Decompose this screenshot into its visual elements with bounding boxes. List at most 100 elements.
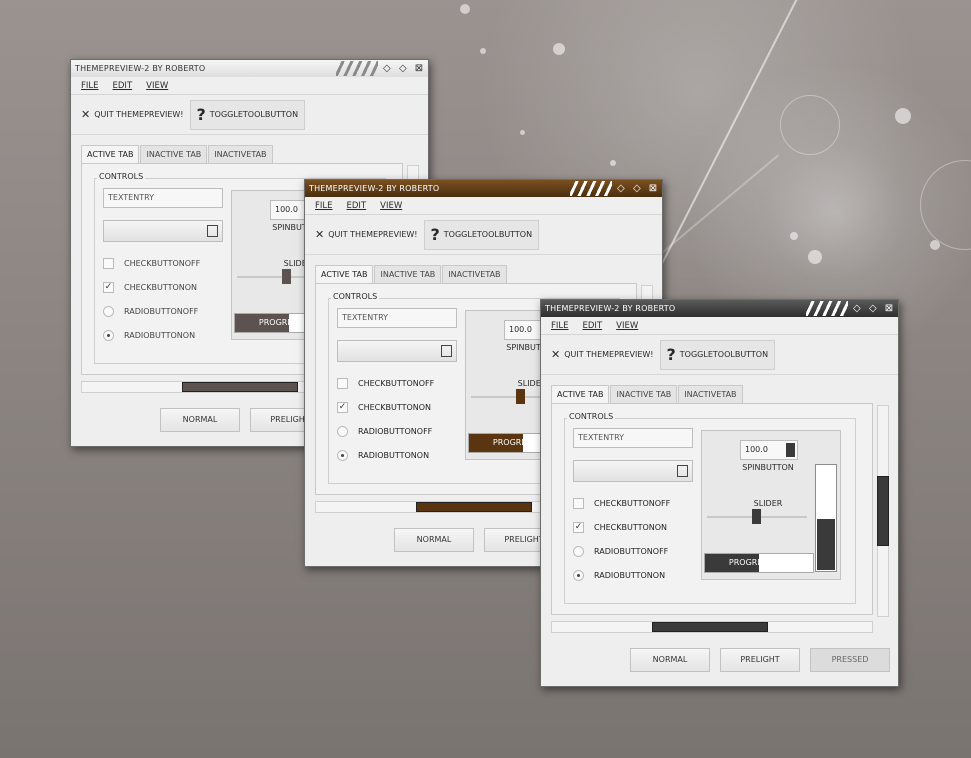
minimize-icon[interactable]: ◇	[382, 60, 392, 77]
close-x-icon: ✕	[551, 348, 561, 361]
tab-active[interactable]: Active Tab	[81, 145, 140, 164]
spinbutton-value: 100.0	[275, 205, 298, 214]
radiobutton-off[interactable]: Radiobuttonoff	[103, 306, 198, 317]
combo-box[interactable]	[337, 340, 457, 362]
titlebar-stripes-decoration	[336, 61, 378, 76]
vertical-scrollbar-thumb[interactable]	[877, 476, 889, 546]
menubar: File Edit View	[541, 317, 898, 335]
tab-active[interactable]: Active Tab	[551, 385, 610, 404]
toggle-tool-button[interactable]: ? Toggletoolbutton	[659, 339, 776, 370]
window-titlebar[interactable]: ThemePreview-2 by Roberto ◇ ◇ ⊠	[541, 300, 898, 317]
checkbox-checked-icon: ✓	[573, 522, 584, 533]
toggle-tool-button[interactable]: ? Toggletoolbutton	[189, 99, 306, 130]
normal-button[interactable]: Normal	[630, 648, 710, 672]
menu-view[interactable]: View	[146, 81, 168, 91]
menu-view[interactable]: View	[380, 201, 402, 211]
slider-thumb[interactable]	[282, 269, 291, 284]
tab-inactivetab[interactable]: Inactivetab	[442, 265, 507, 283]
combo-box[interactable]	[573, 460, 693, 482]
checkbutton-off[interactable]: Checkbuttonoff	[573, 498, 670, 509]
menu-edit[interactable]: Edit	[113, 81, 133, 91]
radiobutton-off-label: Radiobuttonoff	[594, 547, 669, 556]
horizontal-scrollbar[interactable]	[551, 621, 873, 633]
question-icon: ?	[666, 345, 676, 364]
quit-button-label: Quit ThemePreview!	[94, 110, 184, 119]
window-controls: ◇ ◇ ⊠	[616, 180, 658, 197]
spinbutton-arrows-icon[interactable]	[786, 443, 795, 457]
tab-inactive[interactable]: Inactive Tab	[140, 145, 208, 163]
checkbutton-on-label: Checkbuttonon	[358, 403, 432, 412]
checkbutton-on[interactable]: ✓ Checkbuttonon	[103, 282, 197, 293]
checkbutton-off[interactable]: Checkbuttonoff	[103, 258, 200, 269]
close-x-icon: ✕	[315, 228, 325, 241]
horizontal-scrollbar-thumb[interactable]	[416, 502, 532, 512]
tab-active[interactable]: Active Tab	[315, 265, 374, 284]
close-icon[interactable]: ⊠	[414, 60, 424, 77]
horizontal-scrollbar-thumb[interactable]	[652, 622, 768, 632]
maximize-icon[interactable]: ◇	[632, 180, 642, 197]
menubar: File Edit View	[305, 197, 662, 215]
vertical-progressbar	[815, 464, 837, 572]
quit-button[interactable]: ✕ Quit ThemePreview!	[81, 108, 184, 121]
combo-box[interactable]	[103, 220, 223, 242]
window-w3: ThemePreview-2 by Roberto ◇ ◇ ⊠ File Edi…	[540, 299, 899, 687]
background-bubble	[808, 250, 822, 264]
radiobutton-off[interactable]: Radiobuttonoff	[573, 546, 668, 557]
quit-button-label: Quit ThemePreview!	[328, 230, 418, 239]
close-x-icon: ✕	[81, 108, 91, 121]
window-controls: ◇ ◇ ⊠	[852, 300, 894, 317]
vertical-scrollbar[interactable]	[877, 405, 889, 617]
menu-edit[interactable]: Edit	[583, 321, 603, 331]
text-entry[interactable]: TextEntry	[337, 308, 457, 328]
spinbutton[interactable]: 100.0	[740, 440, 798, 460]
background-bubble	[553, 43, 565, 55]
radiobutton-on[interactable]: Radiobuttonon	[103, 330, 195, 341]
normal-button[interactable]: Normal	[160, 408, 240, 432]
prelight-button[interactable]: Prelight	[720, 648, 800, 672]
maximize-icon[interactable]: ◇	[868, 300, 878, 317]
menu-file[interactable]: File	[315, 201, 333, 211]
window-titlebar[interactable]: ThemePreview-2 by Roberto ◇ ◇ ⊠	[71, 60, 428, 77]
pressed-button[interactable]: Pressed	[810, 648, 890, 672]
text-entry[interactable]: TextEntry	[103, 188, 223, 208]
toggle-tool-button[interactable]: ? Toggletoolbutton	[423, 219, 540, 250]
menu-file[interactable]: File	[551, 321, 569, 331]
menu-file[interactable]: File	[81, 81, 99, 91]
slider-thumb[interactable]	[516, 389, 525, 404]
close-icon[interactable]: ⊠	[884, 300, 894, 317]
vertical-progressbar-fill	[816, 518, 836, 571]
radiobutton-off[interactable]: Radiobuttonoff	[337, 426, 432, 437]
background-bubble	[520, 130, 525, 135]
toolbar: ✕ Quit ThemePreview! ? Toggletoolbutton	[305, 215, 662, 255]
toggle-tool-button-label: Toggletoolbutton	[209, 110, 299, 119]
spinbutton-value: 100.0	[745, 445, 768, 454]
checkbutton-off[interactable]: Checkbuttonoff	[337, 378, 434, 389]
checkbutton-on[interactable]: ✓ Checkbuttonon	[573, 522, 667, 533]
checkbutton-on[interactable]: ✓ Checkbuttonon	[337, 402, 431, 413]
radiobutton-on[interactable]: Radiobuttonon	[573, 570, 665, 581]
close-icon[interactable]: ⊠	[648, 180, 658, 197]
window-titlebar[interactable]: ThemePreview-2 by Roberto ◇ ◇ ⊠	[305, 180, 662, 197]
minimize-icon[interactable]: ◇	[616, 180, 626, 197]
menu-edit[interactable]: Edit	[347, 201, 367, 211]
radio-unselected-icon	[337, 426, 348, 437]
toolbar: ✕ Quit ThemePreview! ? Toggletoolbutton	[541, 335, 898, 375]
tab-inactive[interactable]: Inactive Tab	[610, 385, 678, 403]
quit-button[interactable]: ✕ Quit ThemePreview!	[551, 348, 654, 361]
horizontal-scrollbar-thumb[interactable]	[182, 382, 298, 392]
radiobutton-off-label: Radiobuttonoff	[358, 427, 433, 436]
text-entry[interactable]: TextEntry	[573, 428, 693, 448]
checkbox-checked-icon: ✓	[103, 282, 114, 293]
tab-inactivetab[interactable]: Inactivetab	[678, 385, 743, 403]
combo-arrow-icon	[677, 465, 688, 477]
quit-button-label: Quit ThemePreview!	[564, 350, 654, 359]
slider-thumb[interactable]	[752, 509, 761, 524]
tab-inactive[interactable]: Inactive Tab	[374, 265, 442, 283]
normal-button[interactable]: Normal	[394, 528, 474, 552]
menu-view[interactable]: View	[616, 321, 638, 331]
tab-inactivetab[interactable]: Inactivetab	[208, 145, 273, 163]
quit-button[interactable]: ✕ Quit ThemePreview!	[315, 228, 418, 241]
maximize-icon[interactable]: ◇	[398, 60, 408, 77]
radiobutton-on[interactable]: Radiobuttonon	[337, 450, 429, 461]
minimize-icon[interactable]: ◇	[852, 300, 862, 317]
